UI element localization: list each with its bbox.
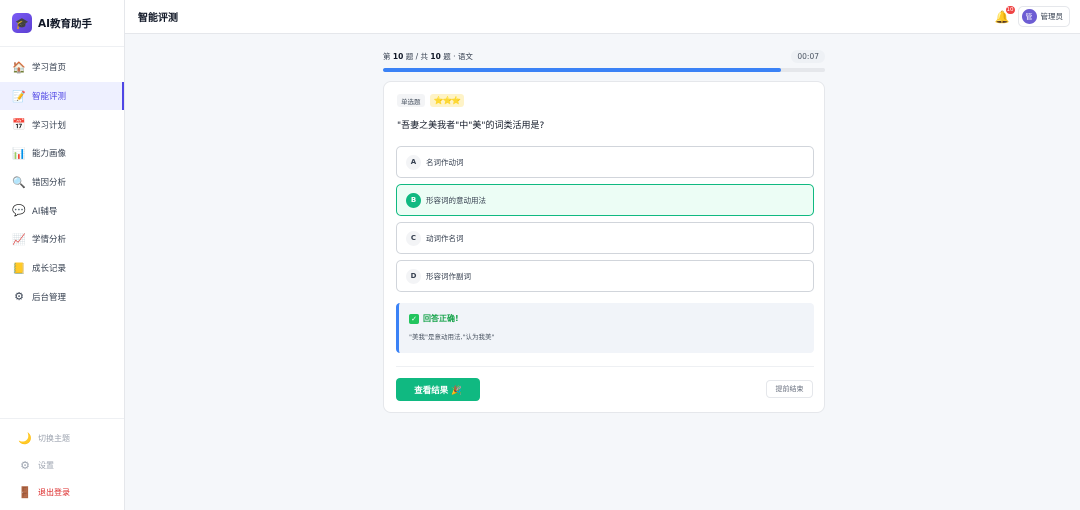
sidebar-item-label: 学情分析 bbox=[32, 235, 67, 246]
calendar-icon: 📅 bbox=[12, 118, 26, 132]
option-letter: B bbox=[406, 192, 421, 208]
sidebar-item-plan[interactable]: 📅 学习计划 bbox=[0, 110, 124, 139]
notification-badge: 10 bbox=[1005, 5, 1015, 14]
memo-icon: 📝 bbox=[12, 89, 26, 103]
option-d[interactable]: D 形容词作副词 bbox=[396, 260, 814, 292]
progress-prefix: 第 bbox=[383, 51, 391, 61]
option-b[interactable]: B 形容词的意动用法 bbox=[396, 184, 814, 216]
home-icon: 🏠 bbox=[12, 60, 26, 74]
progress-suffix: 题 · 语文 bbox=[443, 51, 473, 61]
end-early-button[interactable]: 提前结束 bbox=[766, 380, 813, 398]
sidebar-bottom: 🌙 切换主题 ⚙ 设置 🚪 退出登录 bbox=[0, 418, 124, 510]
option-text: 名词作动词 bbox=[426, 157, 464, 167]
brand[interactable]: 🎓 AI教育助手 bbox=[0, 0, 124, 47]
settings-label: 设置 bbox=[38, 461, 54, 470]
option-text: 形容词作副词 bbox=[426, 271, 471, 281]
view-result-button[interactable]: 查看结果 🎉 bbox=[396, 378, 480, 401]
magnifier-icon: 🔍 bbox=[12, 175, 26, 189]
header-actions: 🔔 10 管 管理员 bbox=[995, 5, 1070, 27]
sidebar-item-label: 能力画像 bbox=[32, 149, 67, 160]
toggle-theme-label: 切换主题 bbox=[38, 434, 70, 443]
sidebar-item-learning-analysis[interactable]: 📈 学情分析 bbox=[0, 225, 124, 254]
bar-chart-icon: 📊 bbox=[12, 146, 26, 160]
timer: 00:07 bbox=[791, 49, 825, 63]
sidebar-item-ai-tutor[interactable]: 💬 AI辅导 bbox=[0, 196, 124, 225]
gear-icon: ⚙ bbox=[14, 290, 24, 304]
sidebar-item-assessment[interactable]: 📝 智能评测 bbox=[0, 81, 124, 111]
sidebar-item-error-analysis[interactable]: 🔍 错因分析 bbox=[0, 168, 124, 197]
logout-button[interactable]: 🚪 退出登录 bbox=[0, 479, 124, 506]
progress-bar bbox=[383, 68, 825, 72]
notification-button[interactable]: 🔔 10 bbox=[995, 5, 1015, 24]
sidebar-item-label: 成长记录 bbox=[32, 264, 67, 275]
sidebar-item-admin[interactable]: ⚙ 后台管理 bbox=[0, 283, 124, 312]
sidebar-item-label: 后台管理 bbox=[32, 292, 67, 303]
graduation-cap-icon: 🎓 bbox=[12, 13, 32, 33]
user-menu[interactable]: 管 管理员 bbox=[1017, 6, 1070, 27]
page-title: 智能评测 bbox=[138, 13, 178, 24]
answer-feedback: ✓ 回答正确! "美我"是意动用法,"认为我美" bbox=[396, 303, 814, 353]
progress-mid: 题 / 共 bbox=[405, 51, 429, 61]
feedback-title-text: 回答正确! bbox=[423, 314, 459, 323]
option-text: 形容词的意动用法 bbox=[426, 195, 486, 205]
chat-bubble-icon: 💬 bbox=[12, 204, 26, 218]
option-letter: D bbox=[406, 268, 421, 284]
sidebar-item-growth[interactable]: 📒 成长记录 bbox=[0, 254, 124, 283]
logout-label: 退出登录 bbox=[38, 488, 70, 497]
difficulty-stars-icon: ⭐⭐⭐ bbox=[429, 94, 465, 107]
sidebar-item-label: AI辅导 bbox=[32, 206, 58, 217]
sidebar-item-label: 智能评测 bbox=[32, 92, 67, 103]
option-a[interactable]: A 名词作动词 bbox=[396, 146, 814, 178]
option-text: 动词作名词 bbox=[426, 233, 464, 243]
question-card: 单选题 ⭐⭐⭐ "吾妻之美我者"中"美"的词类活用是? A 名词作动词 B 形容… bbox=[383, 81, 825, 413]
sidebar-nav: 🏠 学习首页 📝 智能评测 📅 学习计划 📊 能力画像 🔍 错因分析 💬 AI辅… bbox=[0, 47, 124, 311]
user-name: 管理员 bbox=[1040, 12, 1064, 21]
quiz-progress-row: 第 10 题 / 共 10 题 · 语文 00:07 bbox=[383, 49, 825, 63]
door-icon: 🚪 bbox=[18, 486, 32, 499]
feedback-title: ✓ 回答正确! bbox=[409, 313, 814, 324]
sidebar-item-label: 错因分析 bbox=[32, 178, 67, 189]
sidebar-item-label: 学习计划 bbox=[32, 120, 67, 131]
top-header: 智能评测 🔔 10 管 管理员 bbox=[125, 0, 1080, 34]
progress-text: 第 10 题 / 共 10 题 · 语文 bbox=[383, 51, 473, 62]
sidebar-item-home[interactable]: 🏠 学习首页 bbox=[0, 53, 124, 82]
current-question-number: 10 bbox=[392, 51, 404, 61]
sidebar-item-label: 学习首页 bbox=[32, 63, 67, 74]
feedback-explanation: "美我"是意动用法,"认为我美" bbox=[409, 333, 495, 341]
gear-icon: ⚙ bbox=[20, 459, 30, 472]
avatar: 管 bbox=[1021, 9, 1037, 24]
question-type-tag: 单选题 bbox=[397, 94, 425, 107]
question-text: "吾妻之美我者"中"美"的词类活用是? bbox=[397, 121, 545, 131]
option-letter: C bbox=[406, 230, 421, 246]
moon-icon: 🌙 bbox=[18, 432, 32, 445]
progress-bar-fill bbox=[383, 68, 781, 72]
option-c[interactable]: C 动词作名词 bbox=[396, 222, 814, 254]
line-chart-icon: 📈 bbox=[12, 232, 26, 246]
notebook-icon: 📒 bbox=[12, 261, 26, 275]
option-letter: A bbox=[406, 154, 421, 170]
settings-button[interactable]: ⚙ 设置 bbox=[0, 452, 124, 479]
toggle-theme-button[interactable]: 🌙 切换主题 bbox=[0, 425, 124, 452]
sidebar: 🎓 AI教育助手 🏠 学习首页 📝 智能评测 📅 学习计划 📊 能力画像 🔍 错… bbox=[0, 0, 125, 510]
sidebar-item-profile[interactable]: 📊 能力画像 bbox=[0, 139, 124, 168]
brand-name: AI教育助手 bbox=[38, 17, 93, 30]
checkmark-icon: ✓ bbox=[409, 313, 419, 324]
divider bbox=[396, 366, 814, 367]
question-tags: 单选题 ⭐⭐⭐ bbox=[397, 94, 465, 107]
total-question-number: 10 bbox=[430, 51, 441, 61]
